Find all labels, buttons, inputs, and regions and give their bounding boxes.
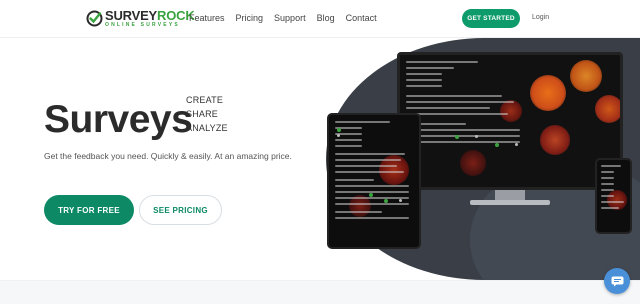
brand-logo[interactable]: SURVEYROCK ONLINE SURVEYS: [86, 9, 195, 31]
chat-bubble-icon[interactable]: [604, 268, 630, 294]
get-started-button[interactable]: GET STARTED: [462, 9, 520, 28]
desktop-monitor-mockup: [397, 52, 623, 190]
monitor-stand-base: [470, 200, 550, 205]
monitor-stand-neck: [495, 190, 525, 200]
top-navigation: SURVEYROCK ONLINE SURVEYS Features Prici…: [0, 0, 640, 38]
hero-title: Surveys: [44, 98, 193, 141]
login-link[interactable]: Login: [532, 14, 549, 21]
nav-link-blog[interactable]: Blog: [317, 13, 335, 23]
nav-link-pricing[interactable]: Pricing: [236, 13, 264, 23]
hero-keyword-analyze: ANALYZE: [186, 123, 228, 133]
nav-link-support[interactable]: Support: [274, 13, 306, 23]
brand-name-dark: SURVEY: [105, 8, 158, 23]
tablet-mockup: [327, 113, 421, 249]
brand-tagline: ONLINE SURVEYS: [105, 22, 180, 28]
nav-link-contact[interactable]: Contact: [346, 13, 377, 23]
hero-keyword-create: CREATE: [186, 95, 224, 105]
hero-lead-text: Get the feedback you need. Quickly & eas…: [44, 151, 292, 161]
phone-mockup: [595, 158, 632, 234]
next-section-band: [0, 280, 640, 304]
try-for-free-button[interactable]: TRY FOR FREE: [44, 195, 134, 225]
nav-link-features[interactable]: Features: [189, 13, 225, 23]
main-menu: Features Pricing Support Blog Contact: [189, 13, 388, 23]
brand-wordmark: SURVEYROCK ONLINE SURVEYS: [105, 9, 195, 28]
check-circle-icon: [86, 10, 103, 27]
hero-keyword-share: SHARE: [186, 109, 219, 119]
see-pricing-button[interactable]: SEE PRICING: [139, 195, 222, 225]
